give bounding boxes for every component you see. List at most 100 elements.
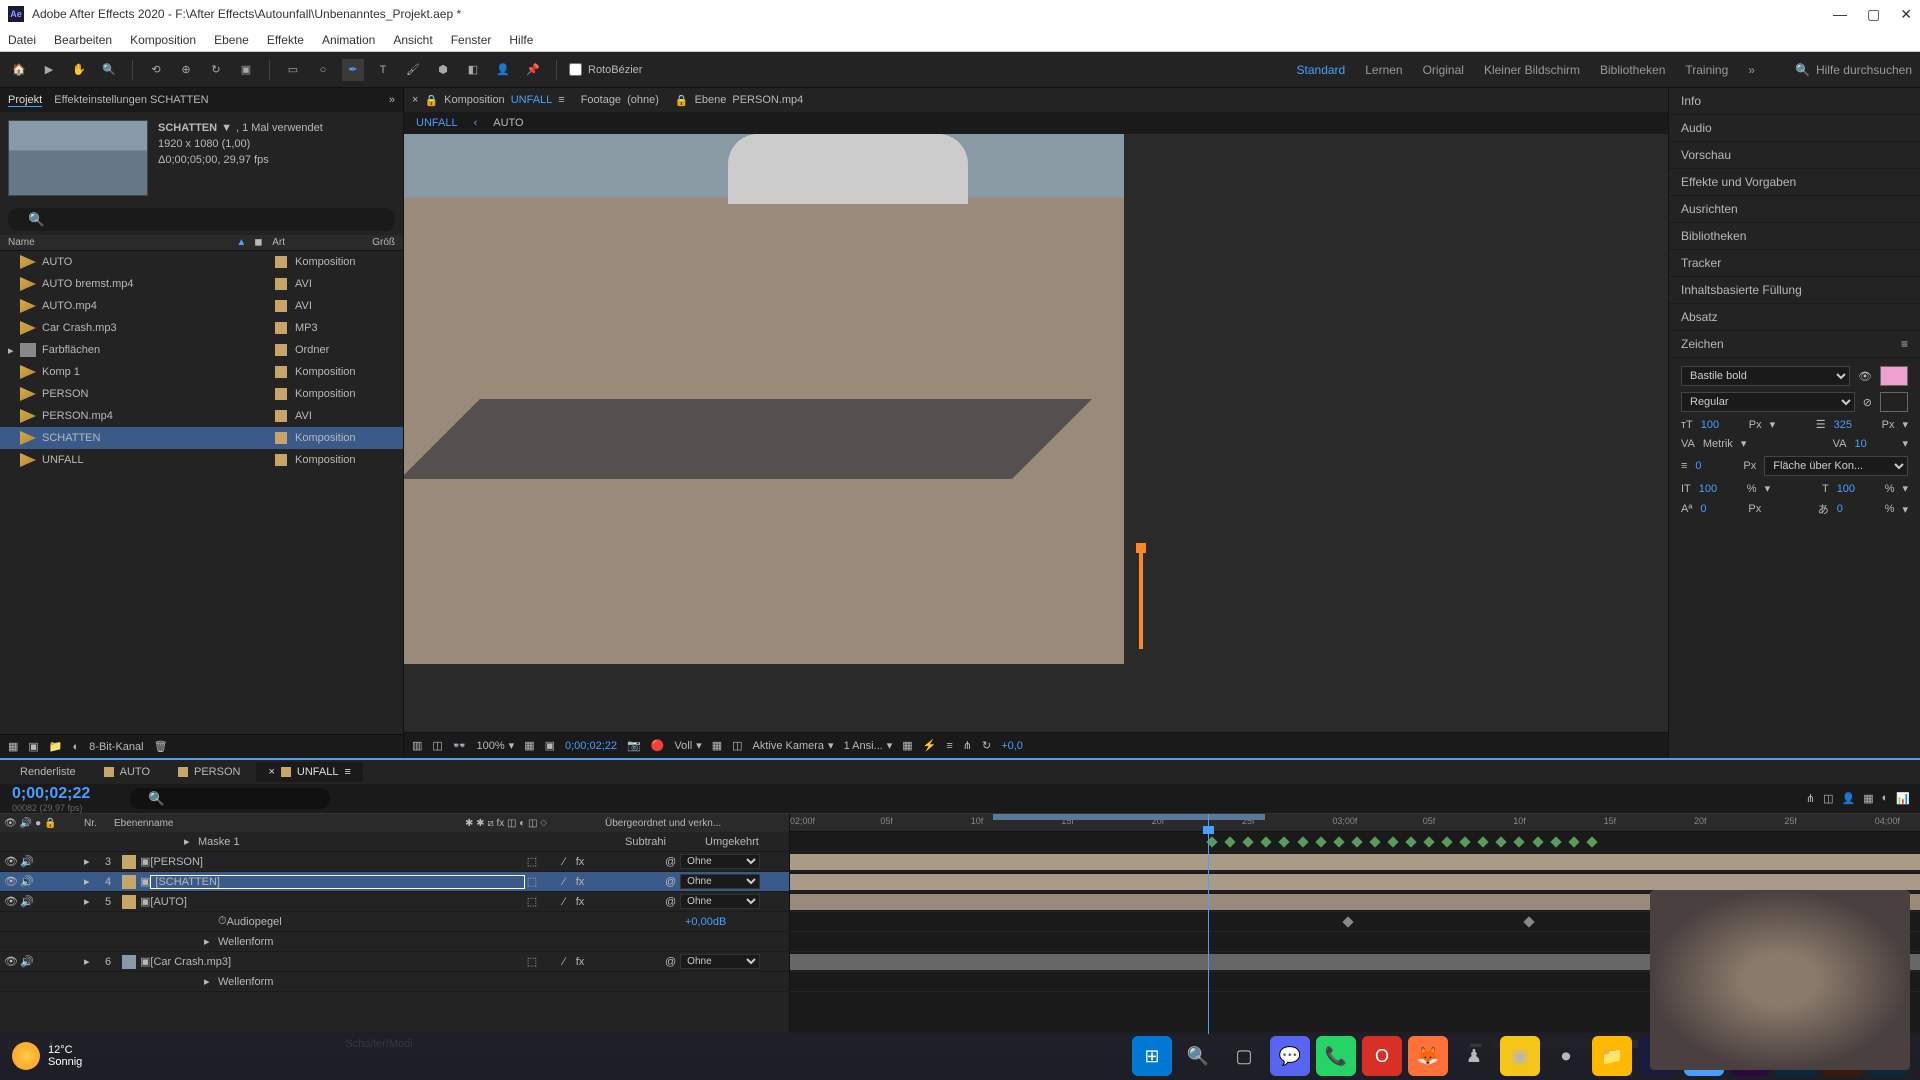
comp-mini-flowchart-icon[interactable]: ⋔ (1806, 792, 1815, 805)
tab-menu-icon[interactable]: ≡ (558, 94, 564, 106)
brush-tool-icon[interactable]: 🖌 (402, 59, 424, 81)
zoom-dropdown[interactable]: 100% ▾ (477, 739, 515, 752)
project-item-list[interactable]: AUTO Komposition AUTO bremst.mp4 AVI AUT… (0, 251, 403, 734)
text-tool-icon[interactable]: T (372, 59, 394, 81)
lock-icon[interactable]: 🔒 (424, 94, 438, 107)
obs-icon[interactable]: ⏺ (1546, 1036, 1586, 1076)
track-row[interactable] (790, 832, 1920, 852)
layer-row[interactable]: 👁 🔊 ▸ 5 ▣ [AUTO] ⬚∕fx @ Ohne (0, 892, 789, 912)
keyframe[interactable] (1496, 836, 1507, 847)
new-folder-icon[interactable]: 📁 (49, 740, 63, 753)
keyframe[interactable] (1261, 836, 1272, 847)
parent-dropdown[interactable]: Ohne (680, 894, 760, 909)
panel-menu-icon[interactable]: ≡ (1901, 337, 1908, 351)
expand-layer-icon[interactable]: ▸ (84, 875, 98, 888)
panel-menu-icon[interactable]: » (389, 94, 395, 106)
flowchart-icon[interactable]: ⋔ (963, 739, 972, 752)
expand-layer-icon[interactable]: ▸ (84, 895, 98, 908)
baseline-input[interactable] (1700, 503, 1740, 515)
opera-icon[interactable]: O (1362, 1036, 1402, 1076)
project-item[interactable]: AUTO.mp4 AVI (0, 295, 403, 317)
workspace-standard[interactable]: Standard (1297, 63, 1346, 77)
draft-3d-icon[interactable]: ◫ (1823, 792, 1833, 805)
ellipse-tool-icon[interactable]: ○ (312, 59, 334, 81)
mask-mode[interactable]: Subtrahi (625, 836, 705, 848)
rotobezier-checkbox[interactable] (569, 63, 582, 76)
label-swatch[interactable] (275, 454, 287, 466)
search-help-placeholder[interactable]: Hilfe durchsuchen (1816, 63, 1912, 77)
audio-toggle[interactable]: 🔊 (20, 875, 34, 889)
viewer-timecode[interactable]: 0;00;02;22 (565, 740, 617, 752)
stopwatch-icon[interactable]: ⏱ (218, 915, 227, 928)
label-swatch[interactable] (275, 300, 287, 312)
keyframe[interactable] (1333, 836, 1344, 847)
roi-icon[interactable]: ▣ (545, 739, 555, 752)
workspace-kleiner[interactable]: Kleiner Bildschirm (1484, 63, 1580, 77)
project-item[interactable]: AUTO Komposition (0, 251, 403, 273)
project-search-input[interactable] (8, 208, 395, 231)
tab-projekt[interactable]: Projekt (8, 94, 42, 107)
fill-color-swatch[interactable] (1880, 366, 1908, 386)
adjustment-icon[interactable]: ◐ (73, 741, 80, 753)
col-header-size[interactable]: Größ (372, 237, 395, 248)
timeline-tab[interactable]: Renderliste (8, 762, 88, 782)
font-size-input[interactable] (1701, 419, 1741, 431)
mask-inverted[interactable]: Umgekehrt (705, 836, 785, 848)
project-item[interactable]: AUTO bremst.mp4 AVI (0, 273, 403, 295)
transparency-icon[interactable]: ▦ (712, 739, 722, 752)
pickwhip-icon[interactable]: @ (665, 856, 676, 868)
timeline-tab[interactable]: ×UNFALL≡ (256, 762, 362, 782)
sort-indicator-icon[interactable]: ▲ (236, 237, 246, 248)
resolution-icon[interactable]: ▦ (524, 739, 534, 752)
weather-widget[interactable]: 12°C Sonnig (12, 1042, 82, 1070)
label-swatch[interactable] (275, 278, 287, 290)
3d-view-icon[interactable]: ◫ (732, 739, 742, 752)
keyframe[interactable] (1369, 836, 1380, 847)
mask-vertex-handle[interactable] (1139, 549, 1143, 649)
pan-behind-tool-icon[interactable]: ⊕ (175, 59, 197, 81)
menu-komposition[interactable]: Komposition (130, 33, 196, 47)
keyframe[interactable] (1523, 916, 1534, 927)
workspace-overflow-icon[interactable]: » (1748, 63, 1755, 77)
solo-toggle[interactable] (36, 875, 50, 889)
puppet-tool-icon[interactable]: 📌 (522, 59, 544, 81)
layer-label-swatch[interactable] (122, 955, 136, 969)
keyframe[interactable] (1460, 836, 1471, 847)
rect-tool-icon[interactable]: ▭ (282, 59, 304, 81)
minimize-button[interactable]: — (1833, 6, 1847, 23)
maximize-button[interactable]: ▢ (1867, 6, 1880, 23)
stroke-color-swatch[interactable] (1880, 392, 1908, 412)
glasses-icon[interactable]: 👓 (453, 739, 467, 752)
lock-toggle[interactable] (52, 875, 66, 889)
work-area-bar[interactable] (993, 814, 1264, 820)
label-swatch[interactable] (275, 410, 287, 422)
start-button[interactable]: ⊞ (1132, 1036, 1172, 1076)
label-swatch[interactable] (275, 322, 287, 334)
layer-row[interactable]: ▸ Maske 1 SubtrahiUmgekehrt (0, 832, 789, 852)
app-icon-1[interactable]: ♟ (1454, 1036, 1494, 1076)
keyframe[interactable] (1532, 836, 1543, 847)
task-view-icon[interactable]: ▢ (1224, 1036, 1264, 1076)
lock-toggle[interactable] (52, 895, 66, 909)
playhead[interactable] (1208, 814, 1209, 1034)
parent-dropdown[interactable]: Ohne (680, 874, 760, 889)
layer-label-swatch[interactable] (122, 875, 136, 889)
hand-tool-icon[interactable]: ✋ (68, 59, 90, 81)
views-dropdown[interactable]: 1 Ansi... ▾ (844, 739, 893, 752)
exposure-value[interactable]: +0,0 (1001, 740, 1023, 752)
camera-dropdown[interactable]: Aktive Kamera ▾ (753, 739, 834, 752)
leading-input[interactable] (1834, 419, 1874, 431)
visibility-toggle[interactable]: 👁 (4, 895, 18, 909)
search-taskbar-icon[interactable]: 🔍 (1178, 1036, 1218, 1076)
font-family-select[interactable]: Bastile bold (1681, 366, 1850, 386)
panel-tracker[interactable]: Tracker (1669, 250, 1920, 277)
layer-row[interactable]: 👁 🔊 ▸ 6 ▣ [Car Crash.mp3] ⬚∕fx @ Ohne (0, 952, 789, 972)
visibility-toggle[interactable]: 👁 (4, 955, 18, 969)
tsume-input[interactable] (1837, 503, 1877, 515)
keyframe[interactable] (1478, 836, 1489, 847)
layer-row[interactable]: ▸ Wellenform (0, 932, 789, 952)
parent-dropdown[interactable]: Ohne (680, 854, 760, 869)
menu-ansicht[interactable]: Ansicht (393, 33, 432, 47)
snapshot-icon[interactable]: 📷 (627, 739, 641, 752)
label-swatch[interactable] (275, 366, 287, 378)
